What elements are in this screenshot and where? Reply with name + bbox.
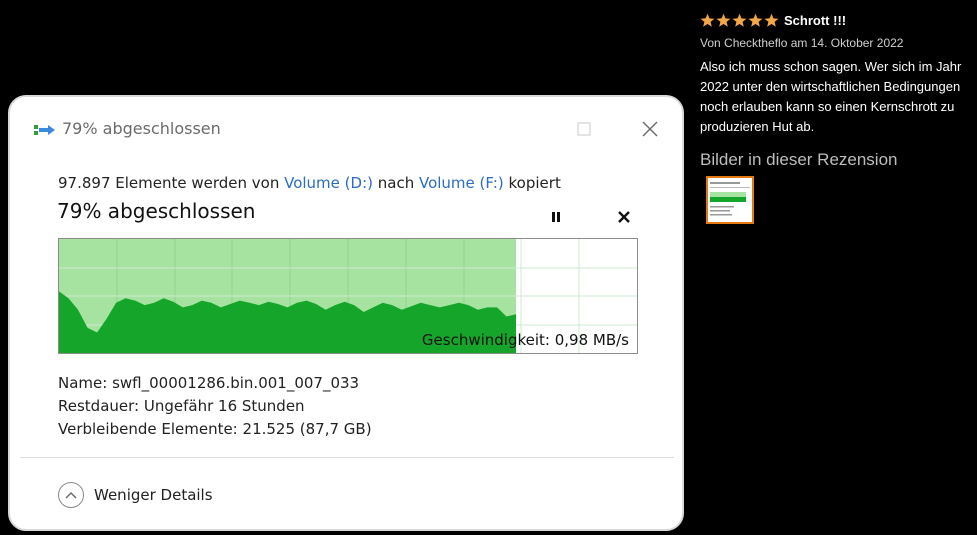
remaining-time-label: Restdauer: bbox=[58, 397, 140, 415]
window-title: 79% abgeschlossen bbox=[62, 119, 221, 138]
items-left-value: 21.525 (87,7 GB) bbox=[242, 420, 372, 438]
remaining-time-value: Ungefähr 16 Stunden bbox=[143, 397, 305, 415]
summary-middle: nach bbox=[372, 174, 419, 192]
source-volume-link[interactable]: Volume (D:) bbox=[284, 174, 373, 192]
maximize-icon[interactable] bbox=[572, 117, 596, 141]
copy-dialog: 79% abgeschlossen 97.897 Elemente werden… bbox=[20, 105, 674, 525]
summary-suffix: kopiert bbox=[503, 174, 561, 192]
title-bar: 79% abgeschlossen bbox=[20, 105, 674, 153]
transfer-speed-graph: Geschwindigkeit: 0,98 MB/s bbox=[58, 238, 638, 354]
star-icon bbox=[700, 13, 715, 27]
star-rating bbox=[700, 13, 779, 28]
review-header: Schrott !!! bbox=[700, 13, 846, 28]
file-name-value: swfl_00001286.bin.001_007_033 bbox=[112, 374, 360, 392]
speed-label: Geschwindigkeit: 0,98 MB/s bbox=[421, 331, 629, 349]
close-icon[interactable] bbox=[638, 117, 662, 141]
chevron-up-icon bbox=[58, 482, 84, 508]
file-copy-icon bbox=[34, 125, 55, 135]
star-icon bbox=[732, 13, 747, 27]
page-background-band bbox=[0, 0, 690, 14]
items-left-row: Verbleibende Elemente: 21.525 (87,7 GB) bbox=[58, 420, 372, 438]
fewer-details-label: Weniger Details bbox=[94, 486, 213, 504]
review-panel: Schrott !!! Von Checktheflo am 14. Oktob… bbox=[700, 0, 977, 535]
fewer-details-button[interactable]: Weniger Details bbox=[58, 480, 213, 510]
review-images-heading: Bilder in dieser Rezension bbox=[700, 150, 898, 169]
progress-status: 79% abgeschlossen bbox=[57, 199, 256, 223]
review-byline: Von Checktheflo am 14. Oktober 2022 bbox=[700, 36, 904, 50]
remaining-time-row: Restdauer: Ungefähr 16 Stunden bbox=[58, 397, 305, 415]
items-left-label: Verbleibende Elemente: bbox=[58, 420, 238, 438]
review-title[interactable]: Schrott !!! bbox=[784, 13, 846, 28]
summary-prefix: 97.897 Elemente werden von bbox=[58, 174, 285, 192]
star-icon bbox=[716, 13, 731, 27]
minimize-icon[interactable] bbox=[508, 117, 532, 141]
divider bbox=[20, 457, 674, 458]
star-icon bbox=[748, 13, 763, 27]
review-image-screenshot: 79% abgeschlossen 97.897 Elemente werden… bbox=[8, 95, 684, 531]
review-image-thumbnail[interactable] bbox=[706, 176, 754, 224]
copy-summary: 97.897 Elemente werden von Volume (D:) n… bbox=[58, 174, 561, 192]
star-icon bbox=[764, 13, 779, 27]
target-volume-link[interactable]: Volume (F:) bbox=[419, 174, 504, 192]
file-name-label: Name: bbox=[58, 374, 108, 392]
pause-icon[interactable] bbox=[547, 209, 565, 225]
cancel-icon[interactable] bbox=[615, 208, 633, 226]
file-name-row: Name: swfl_00001286.bin.001_007_033 bbox=[58, 374, 359, 392]
review-text: Also ich muss schon sagen. Wer sich im J… bbox=[700, 59, 962, 134]
